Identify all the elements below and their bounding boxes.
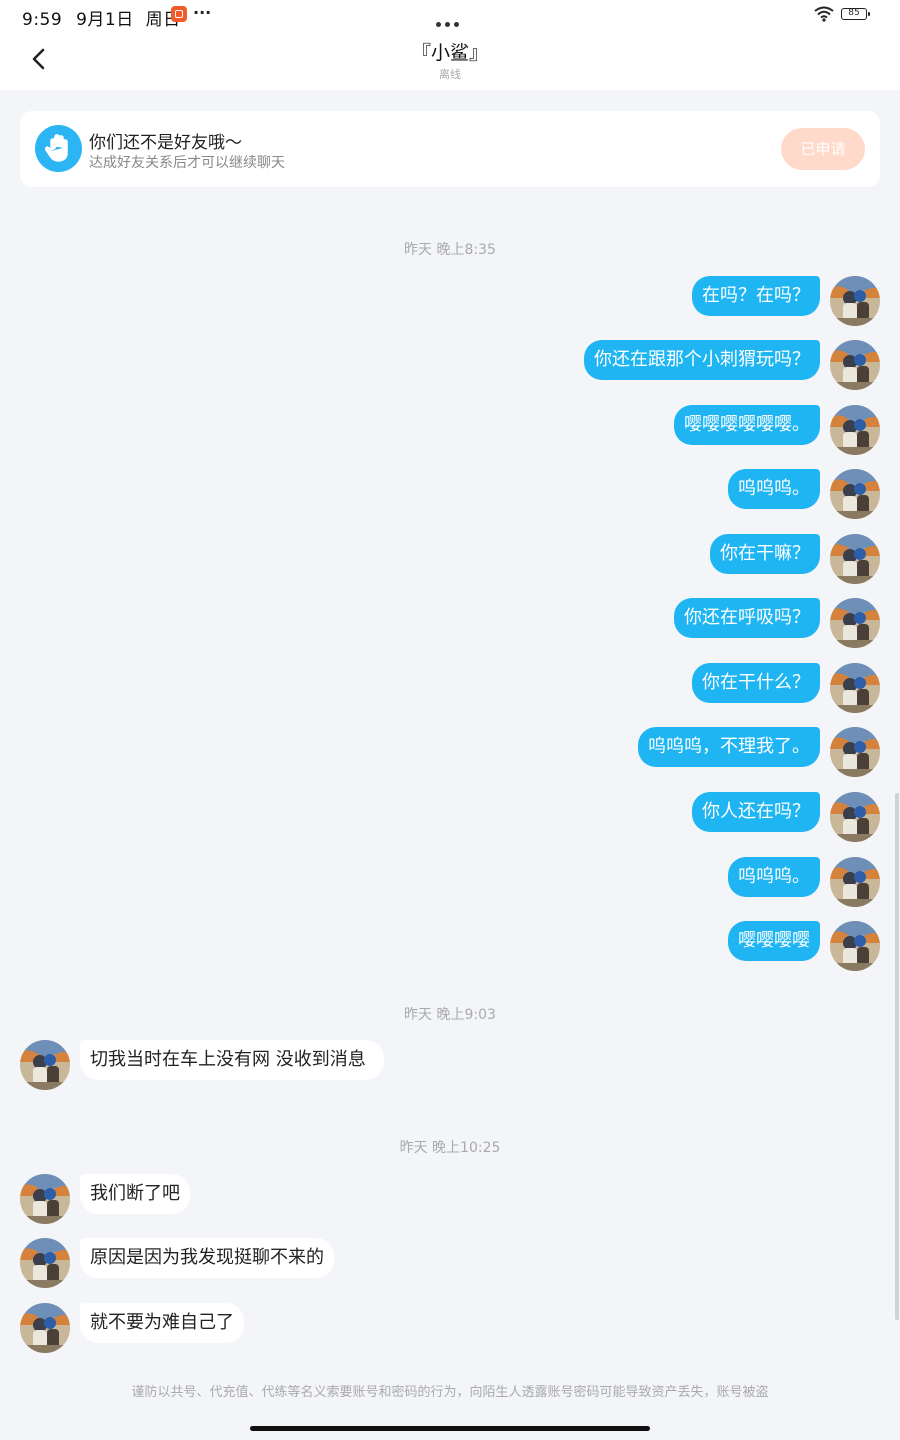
status-more-indicator: ··· [193,3,212,22]
contact-avatar[interactable] [20,1238,70,1288]
incoming-message: 切我当时在车上没有网 没收到消息 [0,1040,900,1110]
banner-subtitle: 达成好友关系后才可以继续聊天 [89,155,285,171]
message-timestamp: 昨天 晚上10:25 [399,1140,501,1156]
outgoing-message: 嘤嘤嘤嘤 [0,921,900,971]
message-bubble[interactable]: 就不要为难自己了 [80,1303,244,1343]
outgoing-message: 你在干嘛？ [0,534,900,584]
home-indicator[interactable] [250,1426,650,1431]
outgoing-message: 你人还在吗？ [0,792,900,842]
message-bubble[interactable]: 嘤嘤嘤嘤 [728,921,820,961]
outgoing-message: 呜呜呜。 [0,857,900,907]
my-avatar[interactable] [830,857,880,907]
my-avatar[interactable] [830,727,880,777]
outgoing-message: 你还在呼吸吗？ [0,598,900,648]
my-avatar[interactable] [830,598,880,648]
status-time-date: 9:59 9月1日 周日 [22,5,181,30]
message-bubble[interactable]: 嘤嘤嘤嘤嘤嘤。 [674,405,820,445]
not-friends-banner: 你们还不是好友哦～ 达成好友关系后才可以继续聊天 已申请 [20,111,880,187]
message-bubble[interactable]: 呜呜呜。 [728,857,820,897]
message-bubble[interactable]: 你还在呼吸吗？ [674,598,820,638]
multi-window-dots-icon[interactable] [436,12,463,31]
message-bubble[interactable]: 你在干嘛？ [710,534,820,574]
status-time: 9:59 [22,10,63,30]
incoming-message: 就不要为难自己了 [0,1303,900,1353]
battery-icon: 85 [841,8,870,20]
applied-button[interactable]: 已申请 [781,128,865,170]
message-bubble[interactable]: 你在干什么？ [692,663,820,703]
message-timestamp: 昨天 晚上9:03 [404,1007,496,1023]
my-avatar[interactable] [830,469,880,519]
contact-avatar[interactable] [20,1303,70,1353]
my-avatar[interactable] [830,792,880,842]
scrollbar[interactable] [895,793,899,1320]
message-bubble[interactable]: 在吗？在吗？ [692,276,820,316]
contact-name: 『小鲨』 [411,42,488,64]
outgoing-message: 在吗？在吗？ [0,276,900,326]
message-bubble[interactable]: 呜呜呜。 [728,469,820,509]
status-date: 9月1日 [76,10,134,30]
outgoing-message: 你在干什么？ [0,663,900,713]
outgoing-message: 嘤嘤嘤嘤嘤嘤。 [0,405,900,455]
contact-status: 离线 [439,68,461,81]
my-avatar[interactable] [830,663,880,713]
outgoing-message: 呜呜呜，不理我了。 [0,727,900,777]
message-bubble[interactable]: 切我当时在车上没有网 没收到消息 [80,1040,384,1080]
contact-avatar[interactable] [20,1174,70,1224]
wifi-icon [814,6,834,22]
outgoing-message: 你还在跟那个小刺猬玩吗？ [0,340,900,390]
message-bubble[interactable]: 我们断了吧 [80,1174,190,1214]
chat-header: 『小鲨』 离线 [0,30,900,90]
message-timestamp: 昨天 晚上8:35 [404,242,496,258]
message-bubble[interactable]: 你还在跟那个小刺猬玩吗？ [584,340,820,380]
message-bubble[interactable]: 你人还在吗？ [692,792,820,832]
message-bubble[interactable]: 呜呜呜，不理我了。 [638,727,820,767]
app-notification-icon [171,6,187,22]
my-avatar[interactable] [830,534,880,584]
status-bar: 9:59 9月1日 周日 ··· 85 [0,0,900,30]
my-avatar[interactable] [830,276,880,326]
message-bubble[interactable]: 原因是因为我发现挺聊不来的 [80,1238,334,1278]
my-avatar[interactable] [830,921,880,971]
wave-hand-icon [35,125,82,172]
banner-title: 你们还不是好友哦～ [89,133,242,153]
incoming-message: 原因是因为我发现挺聊不来的 [0,1238,900,1288]
incoming-message: 我们断了吧 [0,1174,900,1224]
contact-avatar[interactable] [20,1040,70,1090]
my-avatar[interactable] [830,340,880,390]
security-warning: 谨防以共号、代充值、代练等名义索要账号和密码的行为，向陌生人透露账号密码可能导致… [131,1385,769,1400]
outgoing-message: 呜呜呜。 [0,469,900,519]
my-avatar[interactable] [830,405,880,455]
